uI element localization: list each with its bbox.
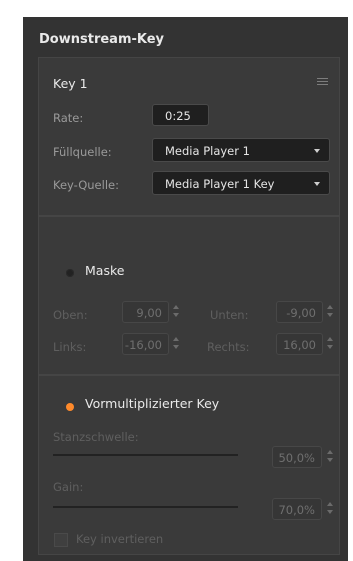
mask-bottom-label: Unten: — [210, 308, 249, 322]
gain-label: Gain: — [53, 480, 84, 494]
fill-source-dropdown[interactable]: Media Player 1 — [152, 138, 330, 162]
chevron-down-icon — [314, 149, 320, 153]
mask-left-stepper-icon[interactable] — [173, 337, 179, 351]
rate-field[interactable]: 0:25 — [152, 104, 209, 126]
key-settings-section: Key 1 Rate: 0:25 Füllquelle: Media Playe… — [38, 57, 340, 216]
mask-right-label: Rechts: — [207, 340, 250, 354]
mask-toggle-indicator[interactable] — [66, 269, 74, 277]
gain-field[interactable]: 70,0% — [272, 498, 322, 520]
mask-top-label: Oben: — [53, 308, 88, 322]
premult-toggle-indicator[interactable] — [66, 403, 74, 411]
panel-title: Downstream-Key — [39, 32, 165, 47]
threshold-field[interactable]: 50,0% — [272, 446, 322, 468]
premultiplied-key-section: Vormultiplizierter Key Stanzschwelle: 50… — [38, 375, 340, 555]
chevron-down-icon — [314, 182, 320, 186]
premult-label: Vormultiplizierter Key — [85, 396, 220, 411]
mask-right-field[interactable]: 16,00 — [276, 333, 323, 355]
invert-key-checkbox[interactable] — [54, 533, 68, 547]
mask-right-stepper-icon[interactable] — [327, 337, 333, 351]
key-source-value: Media Player 1 Key — [165, 177, 275, 191]
mask-top-stepper-icon[interactable] — [173, 305, 179, 319]
key-source-dropdown[interactable]: Media Player 1 Key — [152, 171, 330, 195]
gain-stepper-icon[interactable] — [327, 502, 333, 516]
invert-key-label: Key invertieren — [76, 532, 164, 546]
fill-source-label: Füllquelle: — [53, 145, 112, 159]
gain-slider[interactable] — [53, 506, 238, 508]
mask-section: Maske Oben: 9,00 Unten: -9,00 Links: -16… — [38, 216, 340, 375]
fill-source-value: Media Player 1 — [165, 144, 250, 158]
downstream-key-panel: Downstream-Key Key 1 Rate: 0:25 Füllquel… — [23, 17, 348, 561]
mask-bottom-stepper-icon[interactable] — [327, 305, 333, 319]
key-name: Key 1 — [53, 76, 88, 91]
mask-left-field[interactable]: -16,00 — [122, 333, 169, 355]
mask-top-field[interactable]: 9,00 — [122, 301, 169, 323]
threshold-stepper-icon[interactable] — [327, 450, 333, 464]
mask-left-label: Links: — [53, 340, 87, 354]
key-source-label: Key-Quelle: — [53, 178, 119, 192]
rate-label: Rate: — [53, 111, 84, 125]
hamburger-menu-icon[interactable] — [317, 78, 328, 86]
mask-label: Maske — [85, 263, 125, 278]
threshold-label: Stanzschwelle: — [53, 430, 139, 444]
threshold-slider[interactable] — [53, 454, 238, 456]
mask-bottom-field[interactable]: -9,00 — [276, 301, 323, 323]
